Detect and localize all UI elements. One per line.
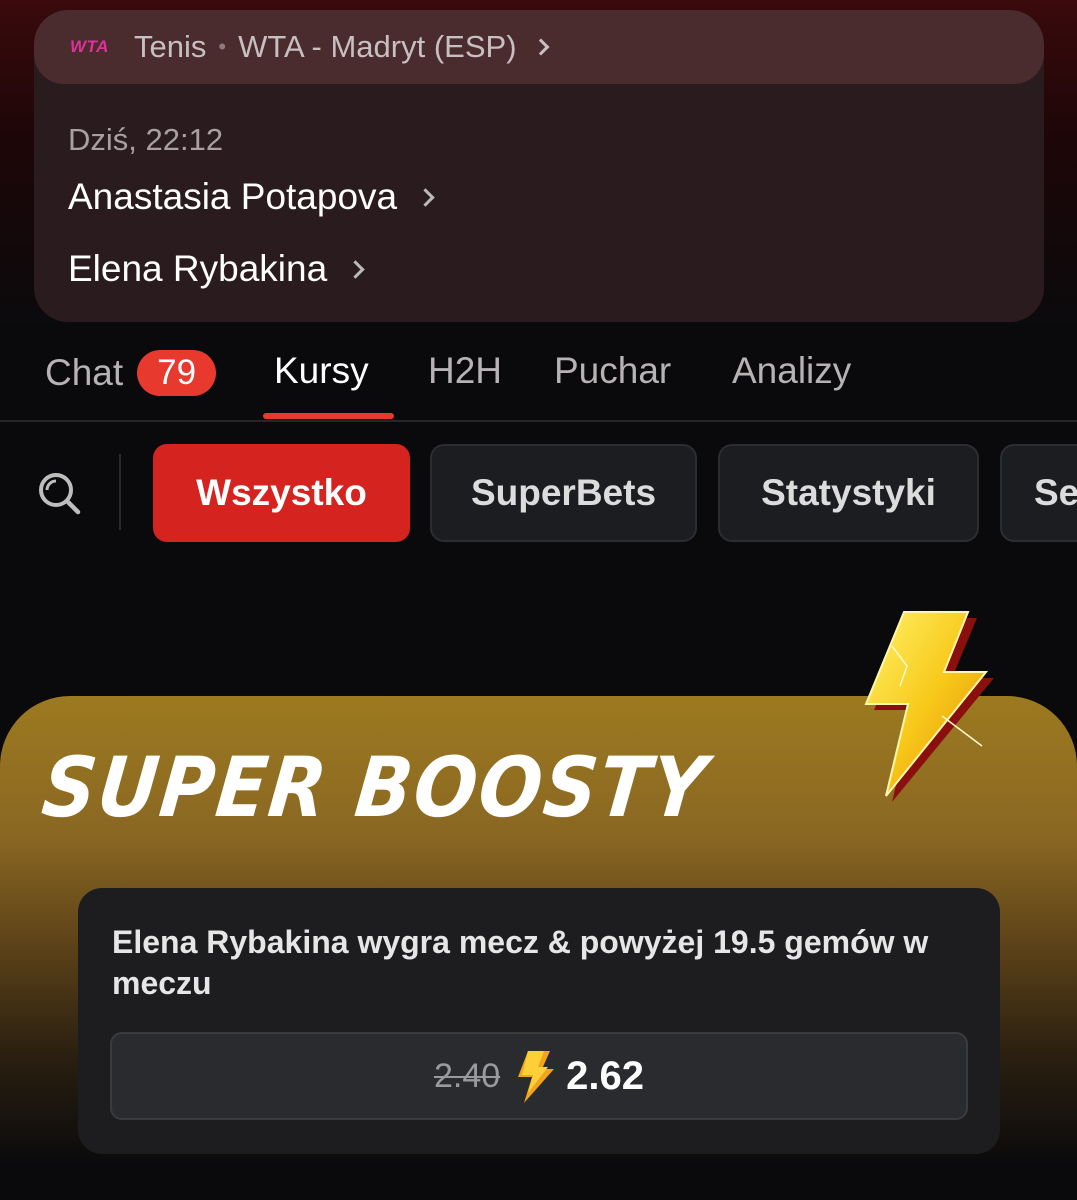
sport-label: Tenis	[134, 29, 207, 64]
wta-logo: WTA	[70, 37, 109, 56]
bet-description: Elena Rybakina wygra mecz & powyżej 19.5…	[112, 924, 929, 1001]
league-link[interactable]: WTA Tenis • WTA - Madryt (ESP)	[34, 10, 1044, 84]
chip-statystyki[interactable]: Statystyki	[718, 444, 979, 542]
divider	[119, 454, 121, 530]
league-name: WTA - Madryt (ESP)	[238, 29, 517, 64]
player-1-name: Anastasia Potapova	[68, 176, 398, 217]
breadcrumb-separator: •	[218, 34, 227, 59]
tab-kursy-label: Kursy	[274, 350, 369, 391]
lightning-bolt-icon	[864, 611, 994, 802]
match-card: WTA Tenis • WTA - Madryt (ESP) Dziś, 22:…	[34, 10, 1044, 322]
player-2-link[interactable]: Elena Rybakina	[68, 248, 365, 290]
tab-chat[interactable]: Chat 79	[45, 350, 217, 396]
tab-h2h-label: H2H	[428, 350, 503, 391]
tab-puchar[interactable]: Puchar	[554, 350, 671, 392]
chip-partial[interactable]: Se	[1000, 444, 1077, 542]
tab-puchar-label: Puchar	[554, 350, 672, 391]
odds-button[interactable]: 2.40 2.62	[110, 1032, 968, 1120]
tab-bar: Chat 79 Kursy H2H Puchar Analizy	[0, 340, 1077, 422]
chevron-right-icon	[416, 187, 435, 207]
search-button[interactable]	[36, 470, 82, 516]
chat-count-badge: 79	[137, 350, 217, 396]
match-odds-screen: WTA Tenis • WTA - Madryt (ESP) Dziś, 22:…	[0, 0, 1077, 1200]
chip-superbets[interactable]: SuperBets	[430, 444, 697, 542]
tab-chat-label: Chat	[45, 352, 124, 393]
old-odds: 2.40	[433, 1056, 501, 1095]
tab-analizy[interactable]: Analizy	[732, 350, 851, 392]
chevron-right-icon	[532, 38, 550, 56]
tab-kursy[interactable]: Kursy	[274, 350, 369, 392]
player-1-link[interactable]: Anastasia Potapova	[68, 176, 435, 218]
boost-bet-card: Elena Rybakina wygra mecz & powyżej 19.5…	[78, 888, 1000, 1154]
chevron-right-icon	[346, 259, 365, 279]
player-2-name: Elena Rybakina	[68, 248, 328, 289]
search-icon	[39, 473, 81, 515]
market-filter-bar: Wszystko SuperBets Statystyki Se	[0, 444, 1077, 544]
match-time: Dziś, 22:12	[68, 122, 224, 157]
chip-wszystko[interactable]: Wszystko	[153, 444, 410, 542]
tab-h2h[interactable]: H2H	[428, 350, 502, 392]
tab-analizy-label: Analizy	[732, 350, 852, 391]
boosted-odds: 2.62	[566, 1053, 645, 1098]
league-breadcrumb: Tenis • WTA - Madryt (ESP)	[134, 29, 550, 65]
active-tab-indicator	[263, 413, 394, 419]
boost-title: SUPER BOOSTY	[37, 740, 713, 837]
lightning-bolt-icon	[518, 1051, 555, 1103]
